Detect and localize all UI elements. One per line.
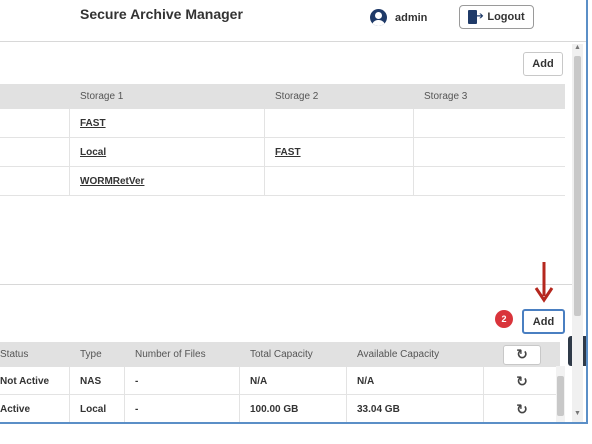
table-row[interactable]: Active Local - 100.00 GB 33.04 GB ↻ (0, 395, 560, 423)
step-badge: 2 (495, 310, 513, 328)
status-cell: Active (0, 395, 70, 423)
header-refresh-cell: ↻ (484, 342, 560, 367)
table-row[interactable]: FAST (0, 109, 565, 138)
column-header-status[interactable]: Status (0, 342, 70, 367)
table-header: Status Type Number of Files Total Capaci… (0, 342, 560, 367)
user-area[interactable]: admin (370, 9, 427, 26)
scroll-thumb[interactable] (574, 56, 581, 316)
scroll-down-icon[interactable]: ▼ (572, 410, 583, 420)
column-header-blank (0, 84, 70, 109)
refresh-button[interactable]: ↻ (484, 395, 560, 423)
storage-link[interactable]: FAST (265, 138, 414, 167)
window-border (586, 0, 588, 424)
table-row[interactable]: Local FAST (0, 138, 565, 167)
storage-link[interactable]: FAST (70, 109, 265, 138)
logout-icon: ➔ (468, 10, 484, 24)
scroll-up-icon[interactable]: ▲ (572, 44, 583, 54)
available-capacity-cell: 33.04 GB (347, 395, 484, 423)
column-header-storage-2[interactable]: Storage 2 (265, 84, 414, 109)
section-divider (0, 284, 572, 285)
storage-link[interactable]: Local (70, 138, 265, 167)
volumes-table: Status Type Number of Files Total Capaci… (0, 342, 560, 423)
add-storage-group-button[interactable]: Add (523, 52, 563, 76)
files-cell: - (125, 395, 240, 423)
row-cell-blank (0, 138, 70, 167)
column-header-type[interactable]: Type (70, 342, 125, 367)
add-volume-button[interactable]: Add (522, 309, 565, 334)
down-arrow-icon (534, 262, 554, 303)
status-cell: Not Active (0, 367, 70, 395)
refresh-icon: ↻ (516, 372, 528, 389)
volumes-scroll-thumb[interactable] (557, 376, 564, 416)
column-header-available-capacity[interactable]: Available Capacity (347, 342, 484, 367)
total-capacity-cell: 100.00 GB (240, 395, 347, 423)
storage-groups-table: Storage 1 Storage 2 Storage 3 FAST Local… (0, 84, 565, 196)
storage-cell (265, 109, 414, 138)
app-window: Secure Archive Manager admin ➔ Logout Ad… (0, 0, 592, 444)
available-capacity-cell: N/A (347, 367, 484, 395)
type-cell: Local (70, 395, 125, 423)
page-scrollbar[interactable]: ▲ ▼ (572, 44, 583, 422)
column-header-total-capacity[interactable]: Total Capacity (240, 342, 347, 367)
storage-cell (414, 109, 565, 138)
top-header: Secure Archive Manager admin ➔ Logout (0, 0, 586, 42)
table-header: Storage 1 Storage 2 Storage 3 (0, 84, 565, 109)
column-header-storage-3[interactable]: Storage 3 (414, 84, 565, 109)
volumes-scrollbar[interactable] (556, 366, 565, 422)
storage-link[interactable]: WORMRetVer (70, 167, 265, 196)
user-circle-icon (370, 9, 387, 26)
refresh-icon: ↻ (516, 346, 528, 362)
total-capacity-cell: N/A (240, 367, 347, 395)
row-cell-blank (0, 167, 70, 196)
storage-cell (414, 138, 565, 167)
column-header-storage-1[interactable]: Storage 1 (70, 84, 265, 109)
refresh-button[interactable]: ↻ (484, 367, 560, 395)
files-cell: - (125, 367, 240, 395)
window-border (0, 422, 588, 424)
logout-label: Logout (487, 11, 525, 23)
storage-cell (414, 167, 565, 196)
user-name: admin (395, 11, 428, 24)
column-header-number-of-files[interactable]: Number of Files (125, 342, 240, 367)
row-cell-blank (0, 109, 70, 138)
table-row[interactable]: WORMRetVer (0, 167, 565, 196)
logout-button[interactable]: ➔ Logout (459, 5, 534, 29)
table-row[interactable]: Not Active NAS - N/A N/A ↻ (0, 367, 560, 395)
refresh-icon: ↻ (516, 400, 528, 417)
app-title: Secure Archive Manager (80, 6, 243, 22)
storage-cell (265, 167, 414, 196)
refresh-all-button[interactable]: ↻ (503, 344, 541, 365)
type-cell: NAS (70, 367, 125, 395)
